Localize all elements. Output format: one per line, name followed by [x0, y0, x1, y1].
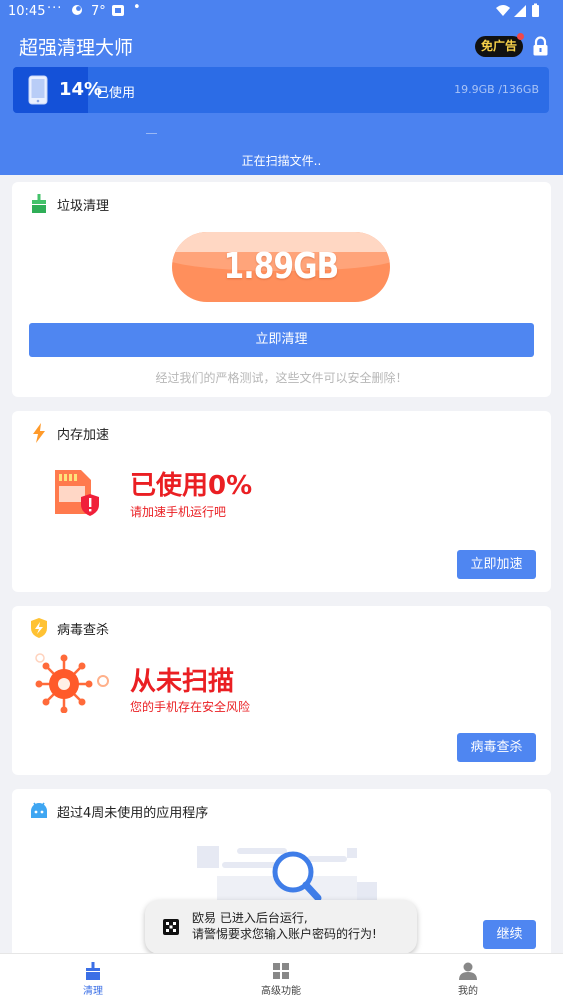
- virus-status-headline: 从未扫描: [130, 667, 235, 697]
- tab-me-label: 我的: [458, 986, 478, 997]
- continue-button[interactable]: 继续: [483, 920, 536, 949]
- background-toast: 欧易 已进入后台运行, 请警惕要求您输入账户密码的行为!: [145, 900, 417, 954]
- memory-boost-card: 内存加速 已使用0% 请加速手机运行吧 立即加速: [12, 411, 551, 592]
- junk-safety-note: 经过我们的严格测试，这些文件可以安全删除！: [155, 371, 408, 385]
- scan-status: 正在扫描文件..: [241, 154, 322, 168]
- boost-now-button[interactable]: 立即加速: [457, 550, 536, 579]
- lightning-icon: [33, 423, 45, 443]
- broom-icon: [86, 962, 100, 980]
- tab-advanced-label: 高级功能: [261, 986, 301, 997]
- status-temperature: 7°: [91, 4, 106, 19]
- no-ads-button[interactable]: 免广告: [475, 36, 523, 57]
- virus-scan-button[interactable]: 病毒查杀: [457, 733, 536, 762]
- status-bar: 10:45 ··· 7° •: [0, 0, 563, 24]
- junk-clean-card: 垃圾清理 1.89GB 立即清理 经过我们的严格测试，这些文件可以安全删除！: [12, 182, 551, 397]
- android-icon: [31, 802, 47, 818]
- memory-card-title: 内存加速: [57, 428, 110, 443]
- user-icon: [459, 962, 477, 980]
- memory-card-icon: [55, 470, 99, 516]
- bottom-tab-bar: 清理 高级功能 我的: [0, 953, 563, 1001]
- phone-icon: [28, 75, 48, 105]
- grid-icon: [273, 963, 289, 979]
- no-ads-badge-dot: [517, 33, 524, 40]
- memory-usage-subtitle: 请加速手机运行吧: [130, 505, 227, 519]
- header-area: 10:45 ··· 7° • 超强清理大师 免广告 14% 已使用 19.9GB…: [0, 0, 563, 175]
- progress-dash: [146, 133, 157, 134]
- broom-bucket-icon: [32, 194, 46, 213]
- system-status-icons: [496, 3, 539, 17]
- tab-clean[interactable]: 清理: [33, 954, 153, 1001]
- lock-icon[interactable]: [532, 36, 549, 56]
- virus-scan-card: 病毒查杀 从未扫描 您的手机存在安全风险 病毒查杀: [12, 606, 551, 775]
- junk-size-value: 1.89GB: [223, 246, 339, 287]
- app-logo-icon: [163, 919, 179, 935]
- notification-calendar-icon: [112, 5, 124, 16]
- app-title: 超强清理大师: [19, 37, 134, 59]
- tab-clean-label: 清理: [83, 986, 103, 997]
- storage-usage-bar: 14% 已使用 19.9GB /136GB: [13, 67, 549, 113]
- clean-now-button[interactable]: 立即清理: [29, 323, 534, 357]
- unused-apps-title: 超过4周未使用的应用程序: [57, 806, 209, 821]
- tab-advanced[interactable]: 高级功能: [221, 954, 341, 1001]
- virus-status-subtitle: 您的手机存在安全风险: [130, 700, 251, 714]
- junk-size-pill: 1.89GB: [172, 232, 390, 302]
- tab-me[interactable]: 我的: [408, 954, 528, 1001]
- toast-line-1: 欧易 已进入后台运行,: [192, 911, 308, 925]
- toast-line-2: 请警惕要求您输入账户密码的行为!: [192, 927, 377, 941]
- notification-app-icon: [72, 5, 82, 15]
- virus-card-title: 病毒查杀: [57, 623, 110, 638]
- junk-card-title: 垃圾清理: [57, 199, 110, 214]
- storage-size: 19.9GB /136GB: [454, 83, 539, 96]
- shield-lightning-icon: [31, 618, 47, 638]
- toast-message: 欧易 已进入后台运行, 请警惕要求您输入账户密码的行为!: [192, 910, 377, 942]
- status-dot: •: [133, 0, 141, 15]
- virus-icon: [35, 653, 109, 713]
- memory-usage-headline: 已使用0%: [130, 471, 253, 501]
- status-more-dots: ···: [47, 1, 63, 16]
- status-time: 10:45: [8, 4, 46, 19]
- storage-used-label: 已使用: [96, 86, 136, 101]
